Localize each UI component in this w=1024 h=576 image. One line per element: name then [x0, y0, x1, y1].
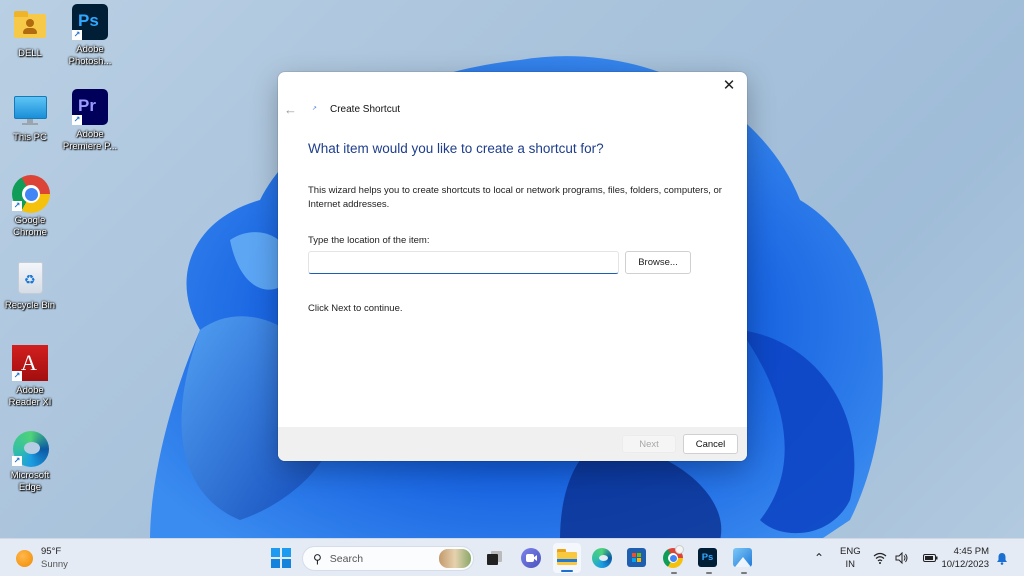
desktop-icon-chrome[interactable]: ↗ Google Chrome: [0, 175, 60, 239]
edge-icon: [592, 548, 612, 568]
search-highlight-image: [439, 549, 471, 568]
browse-button[interactable]: Browse...: [625, 251, 691, 274]
bell-icon: [997, 552, 1007, 565]
file-explorer-icon: [557, 549, 577, 565]
show-hidden-icons-button[interactable]: ⌃: [814, 539, 824, 576]
photoshop-icon: Ps: [698, 548, 717, 567]
volume-icon: [895, 552, 908, 564]
shortcut-arrow-icon: ↗: [12, 456, 22, 466]
chrome-icon: ↗: [12, 175, 50, 213]
notifications-button[interactable]: [996, 539, 1008, 576]
desktop-icon-this-pc[interactable]: This PC: [0, 92, 60, 144]
photos-taskbar-button[interactable]: [733, 548, 753, 574]
desktop-icon-premiere[interactable]: Pr ↗ Adobe Premiere P...: [60, 89, 120, 153]
sun-icon: [16, 549, 33, 567]
language-indicator[interactable]: ENG IN: [840, 539, 861, 576]
windows-start-icon: [271, 548, 291, 568]
clock[interactable]: 4:45 PM 10/12/2023: [941, 545, 989, 571]
wizard-description: This wizard helps you to create shortcut…: [308, 185, 722, 210]
language-code: ENG: [840, 546, 861, 557]
weather-condition: Sunny: [41, 559, 68, 570]
edge-icon: ↗: [12, 430, 49, 467]
dialog-title-bar: ← Create Shortcut: [284, 100, 400, 118]
shortcut-arrow-icon: ↗: [12, 201, 22, 211]
active-indicator: [561, 570, 573, 572]
recycle-bin-icon: ♻: [12, 260, 48, 296]
chevron-up-icon: ⌃: [814, 551, 825, 565]
desktop-icon-label: Google Chrome: [13, 215, 47, 238]
desktop-icon-label: DELL: [18, 48, 42, 59]
running-indicator: [671, 572, 677, 574]
task-view-icon: [487, 551, 503, 566]
wifi-icon: [873, 552, 887, 564]
clock-time: 4:45 PM: [953, 546, 989, 557]
taskbar-search[interactable]: ⚲ Search: [302, 546, 474, 571]
back-button[interactable]: ←: [284, 102, 300, 117]
photos-icon: [733, 548, 752, 567]
shortcut-arrow-icon: ↗: [72, 30, 82, 40]
teams-chat-button[interactable]: [521, 548, 541, 568]
desktop-icon-label: Adobe Premiere P...: [62, 129, 118, 152]
dialog-title: Create Shortcut: [330, 103, 401, 115]
acrobat-icon: A ↗: [12, 345, 48, 381]
shortcut-arrow-icon: ↗: [72, 115, 82, 125]
running-indicator: [741, 572, 747, 574]
desktop-icon-label: Adobe Photosh...: [68, 44, 112, 67]
teams-chat-icon: [521, 548, 541, 568]
chrome-taskbar-button[interactable]: [663, 545, 684, 574]
shortcut-arrow-icon: ↗: [12, 371, 22, 381]
shortcut-icon: [312, 105, 320, 113]
weather-temperature: 95°F: [41, 546, 62, 557]
language-region: IN: [845, 559, 856, 570]
microsoft-store-icon: [627, 548, 646, 567]
desktop-icon-label: Recycle Bin: [4, 300, 56, 311]
store-button[interactable]: [627, 548, 647, 568]
wizard-heading: What item would you like to create a sho…: [308, 141, 604, 156]
edge-taskbar-button[interactable]: [592, 548, 612, 568]
premiere-icon: Pr ↗: [72, 89, 108, 125]
desktop-icon-recycle-bin[interactable]: ♻ Recycle Bin: [0, 260, 60, 312]
photoshop-taskbar-button[interactable]: Ps: [698, 548, 718, 574]
user-folder-icon: [12, 8, 48, 44]
next-button[interactable]: Next: [622, 435, 676, 453]
chrome-icon: [663, 545, 684, 568]
monitor-icon: [12, 92, 48, 128]
premiere-icon-text: Pr: [78, 96, 96, 115]
desktop-icon-label: Microsoft Edge: [10, 470, 50, 493]
clock-date: 10/12/2023: [941, 559, 989, 570]
desktop-icon-label: This PC: [13, 132, 47, 143]
battery-icon: [923, 554, 938, 562]
location-input[interactable]: [308, 251, 619, 274]
location-label: Type the location of the item:: [308, 235, 430, 246]
photoshop-icon-text: Ps: [701, 552, 714, 563]
taskbar: 95°F Sunny ⚲ Search Ps ⌃ ENG IN 4:45 PM …: [0, 538, 1024, 576]
create-shortcut-dialog: ✕ ← Create Shortcut What item would you …: [278, 72, 747, 461]
continue-instruction: Click Next to continue.: [308, 303, 403, 314]
close-button[interactable]: ✕: [717, 75, 741, 97]
photoshop-icon: Ps ↗: [72, 4, 108, 40]
file-explorer-button[interactable]: [553, 543, 581, 573]
search-icon: ⚲: [313, 551, 322, 566]
start-button[interactable]: [271, 548, 291, 568]
desktop-icon-photoshop[interactable]: Ps ↗ Adobe Photosh...: [60, 4, 120, 68]
quick-settings-button[interactable]: [873, 539, 939, 576]
desktop-icon-adobe-reader[interactable]: A ↗ Adobe Reader XI: [0, 345, 60, 409]
desktop-icon-dell[interactable]: DELL: [0, 8, 60, 60]
dialog-footer: Next Cancel: [278, 427, 747, 461]
cancel-button[interactable]: Cancel: [683, 434, 738, 454]
close-icon: ✕: [722, 77, 736, 94]
weather-widget[interactable]: 95°F Sunny: [16, 545, 68, 571]
desktop-icon-edge[interactable]: ↗ Microsoft Edge: [0, 430, 60, 494]
search-placeholder: Search: [329, 552, 364, 565]
desktop-icon-label: Adobe Reader XI: [8, 385, 52, 408]
photoshop-icon-text: Ps: [78, 11, 99, 30]
task-view-button[interactable]: [487, 551, 503, 566]
running-indicator: [706, 572, 712, 574]
